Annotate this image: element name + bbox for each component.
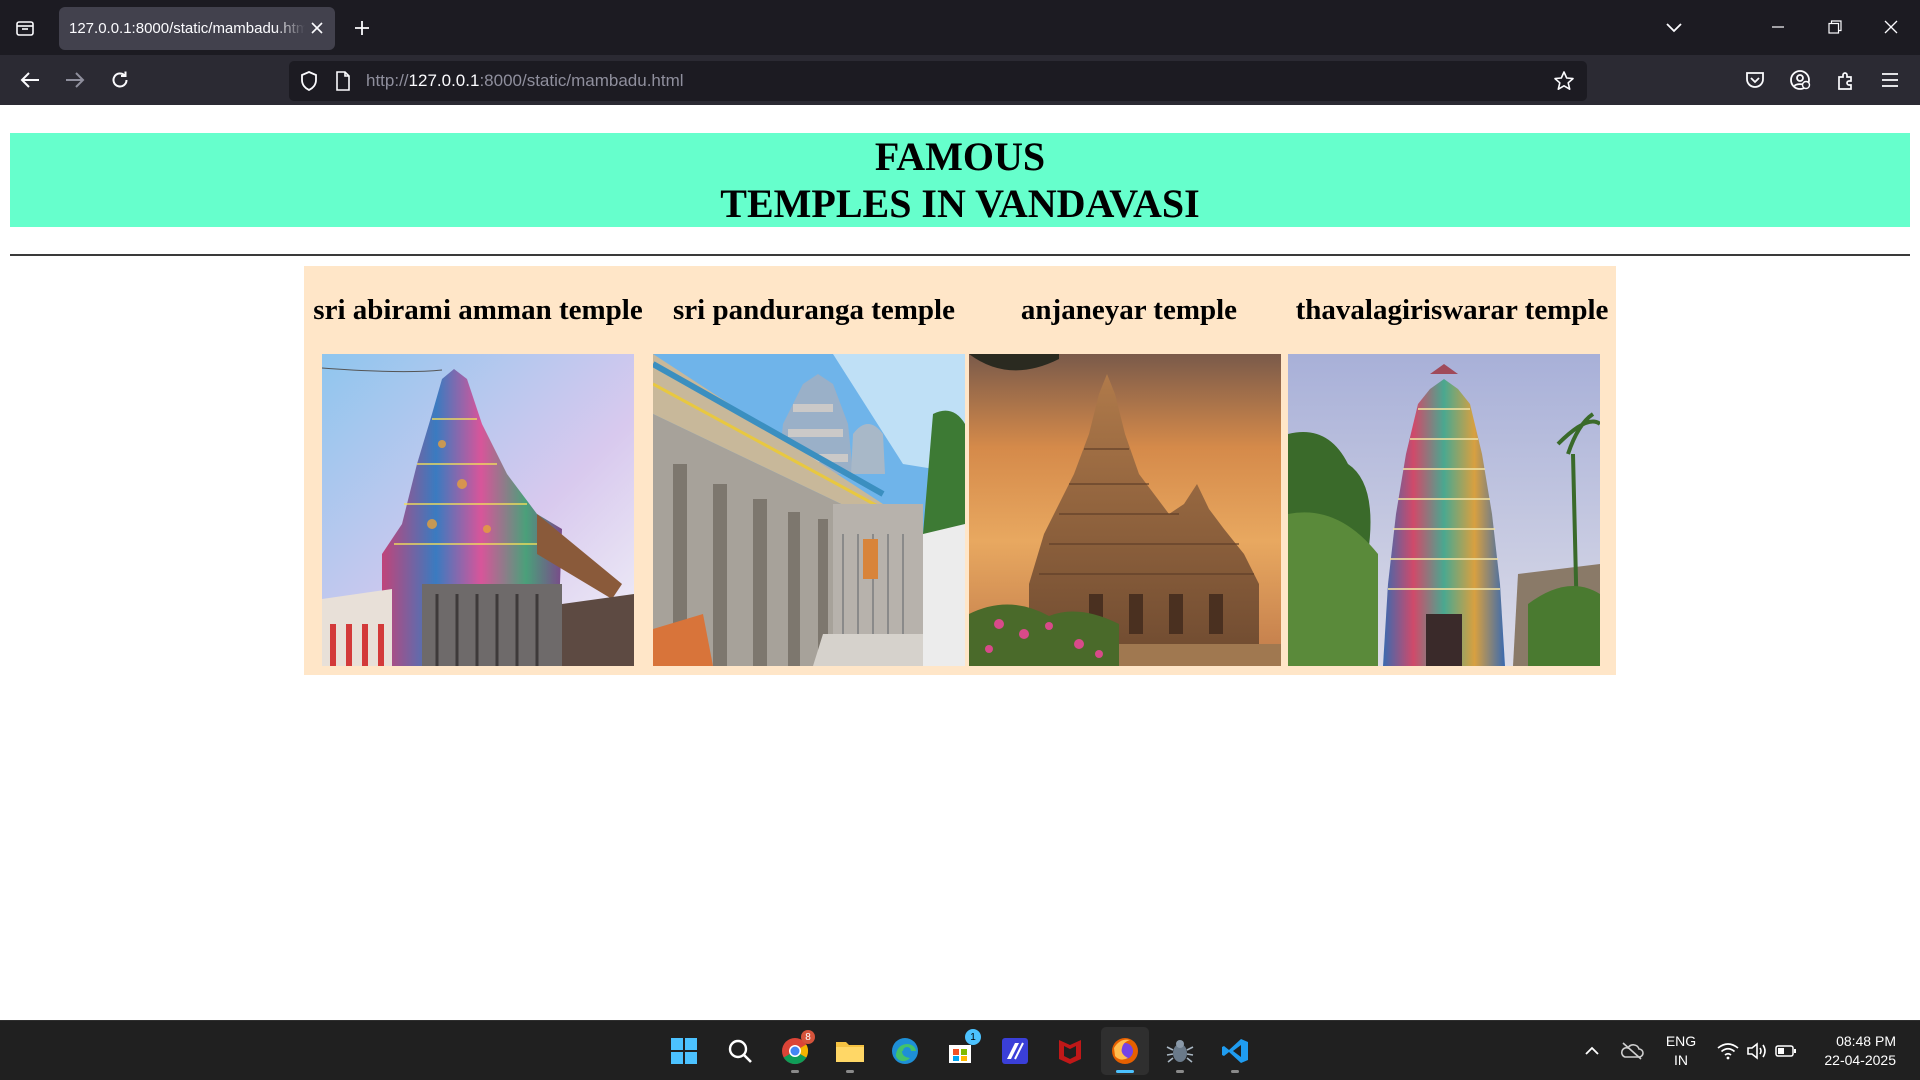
clock[interactable]: 08:48 PM 22-04-2025 bbox=[1800, 1032, 1896, 1070]
forward-icon[interactable] bbox=[58, 63, 92, 97]
volume-icon[interactable] bbox=[1745, 1039, 1769, 1063]
url-bar[interactable]: http://127.0.0.1:8000/static/mambadu.htm… bbox=[289, 61, 1587, 101]
temple-name-abirami: sri abirami amman temple bbox=[313, 294, 643, 326]
temple-image-thavalagiriswarar bbox=[1288, 354, 1600, 666]
language-indicator[interactable]: ENG IN bbox=[1660, 1032, 1702, 1070]
temple-image-panduranga bbox=[653, 354, 965, 666]
new-tab-icon[interactable] bbox=[348, 14, 376, 42]
chrome-badge: 8 bbox=[801, 1030, 815, 1044]
chrome-icon[interactable]: 8 bbox=[771, 1027, 819, 1075]
wifi-icon[interactable] bbox=[1716, 1039, 1740, 1063]
edge-icon[interactable] bbox=[881, 1027, 929, 1075]
close-tab-icon[interactable] bbox=[307, 18, 327, 38]
heading-line-1: FAMOUS bbox=[874, 134, 1046, 179]
horizontal-rule bbox=[10, 254, 1910, 256]
temple-image-abirami bbox=[322, 354, 634, 666]
navigation-toolbar: http://127.0.0.1:8000/static/mambadu.htm… bbox=[0, 55, 1920, 105]
chevron-up-icon[interactable] bbox=[1580, 1039, 1604, 1063]
temple-image-anjaneyar bbox=[969, 354, 1281, 666]
visual-studio-icon[interactable] bbox=[991, 1027, 1039, 1075]
search-icon[interactable] bbox=[716, 1027, 764, 1075]
mcafee-icon[interactable] bbox=[1046, 1027, 1094, 1075]
clock-time: 08:48 PM bbox=[1836, 1033, 1896, 1049]
taskbar: 8 1 ENG IN 08:48 PM 22-04-2025 bbox=[0, 1020, 1920, 1080]
account-icon[interactable] bbox=[1783, 63, 1817, 97]
bookmark-star-icon[interactable] bbox=[1553, 70, 1575, 92]
store-icon[interactable]: 1 bbox=[936, 1027, 984, 1075]
page-icon[interactable] bbox=[332, 70, 354, 92]
firefox-view-icon[interactable] bbox=[10, 14, 40, 42]
tab-title: 127.0.0.1:8000/static/mambadu.html bbox=[69, 20, 305, 37]
page-banner: FAMOUS TEMPLES IN VANDAVASI bbox=[10, 133, 1910, 227]
store-badge: 1 bbox=[965, 1029, 981, 1045]
menu-icon[interactable] bbox=[1873, 63, 1907, 97]
minimize-icon[interactable] bbox=[1758, 10, 1798, 44]
shield-icon[interactable] bbox=[298, 70, 320, 92]
active-tab[interactable]: 127.0.0.1:8000/static/mambadu.html bbox=[59, 7, 335, 50]
firefox-icon[interactable] bbox=[1101, 1027, 1149, 1075]
battery-icon[interactable] bbox=[1774, 1039, 1798, 1063]
vscode-icon[interactable] bbox=[1211, 1027, 1259, 1075]
onedrive-offline-icon[interactable] bbox=[1620, 1039, 1644, 1063]
url-text: http://127.0.0.1:8000/static/mambadu.htm… bbox=[366, 71, 684, 90]
temple-gallery: sri abirami amman temple sri panduranga … bbox=[304, 266, 1616, 675]
back-icon[interactable] bbox=[13, 63, 47, 97]
start-icon[interactable] bbox=[660, 1027, 708, 1075]
clock-date: 22-04-2025 bbox=[1824, 1052, 1896, 1068]
file-explorer-icon[interactable] bbox=[826, 1027, 874, 1075]
page-viewport: FAMOUS TEMPLES IN VANDAVASI sri abirami … bbox=[0, 105, 1920, 1020]
restore-icon[interactable] bbox=[1815, 10, 1855, 44]
temple-name-thavalagiriswarar: thavalagiriswarar temple bbox=[1295, 294, 1609, 326]
pocket-icon[interactable] bbox=[1738, 63, 1772, 97]
reload-icon[interactable] bbox=[103, 63, 137, 97]
extensions-icon[interactable] bbox=[1828, 63, 1862, 97]
temple-name-panduranga: sri panduranga temple bbox=[673, 294, 955, 326]
tab-strip: 127.0.0.1:8000/static/mambadu.html bbox=[0, 0, 1920, 55]
heading-line-2: TEMPLES IN VANDAVASI bbox=[720, 181, 1200, 226]
temple-name-anjaneyar: anjaneyar temple bbox=[1020, 294, 1238, 326]
close-window-icon[interactable] bbox=[1871, 10, 1911, 44]
chevron-down-icon[interactable] bbox=[1660, 14, 1688, 42]
bug-app-icon[interactable] bbox=[1156, 1027, 1204, 1075]
